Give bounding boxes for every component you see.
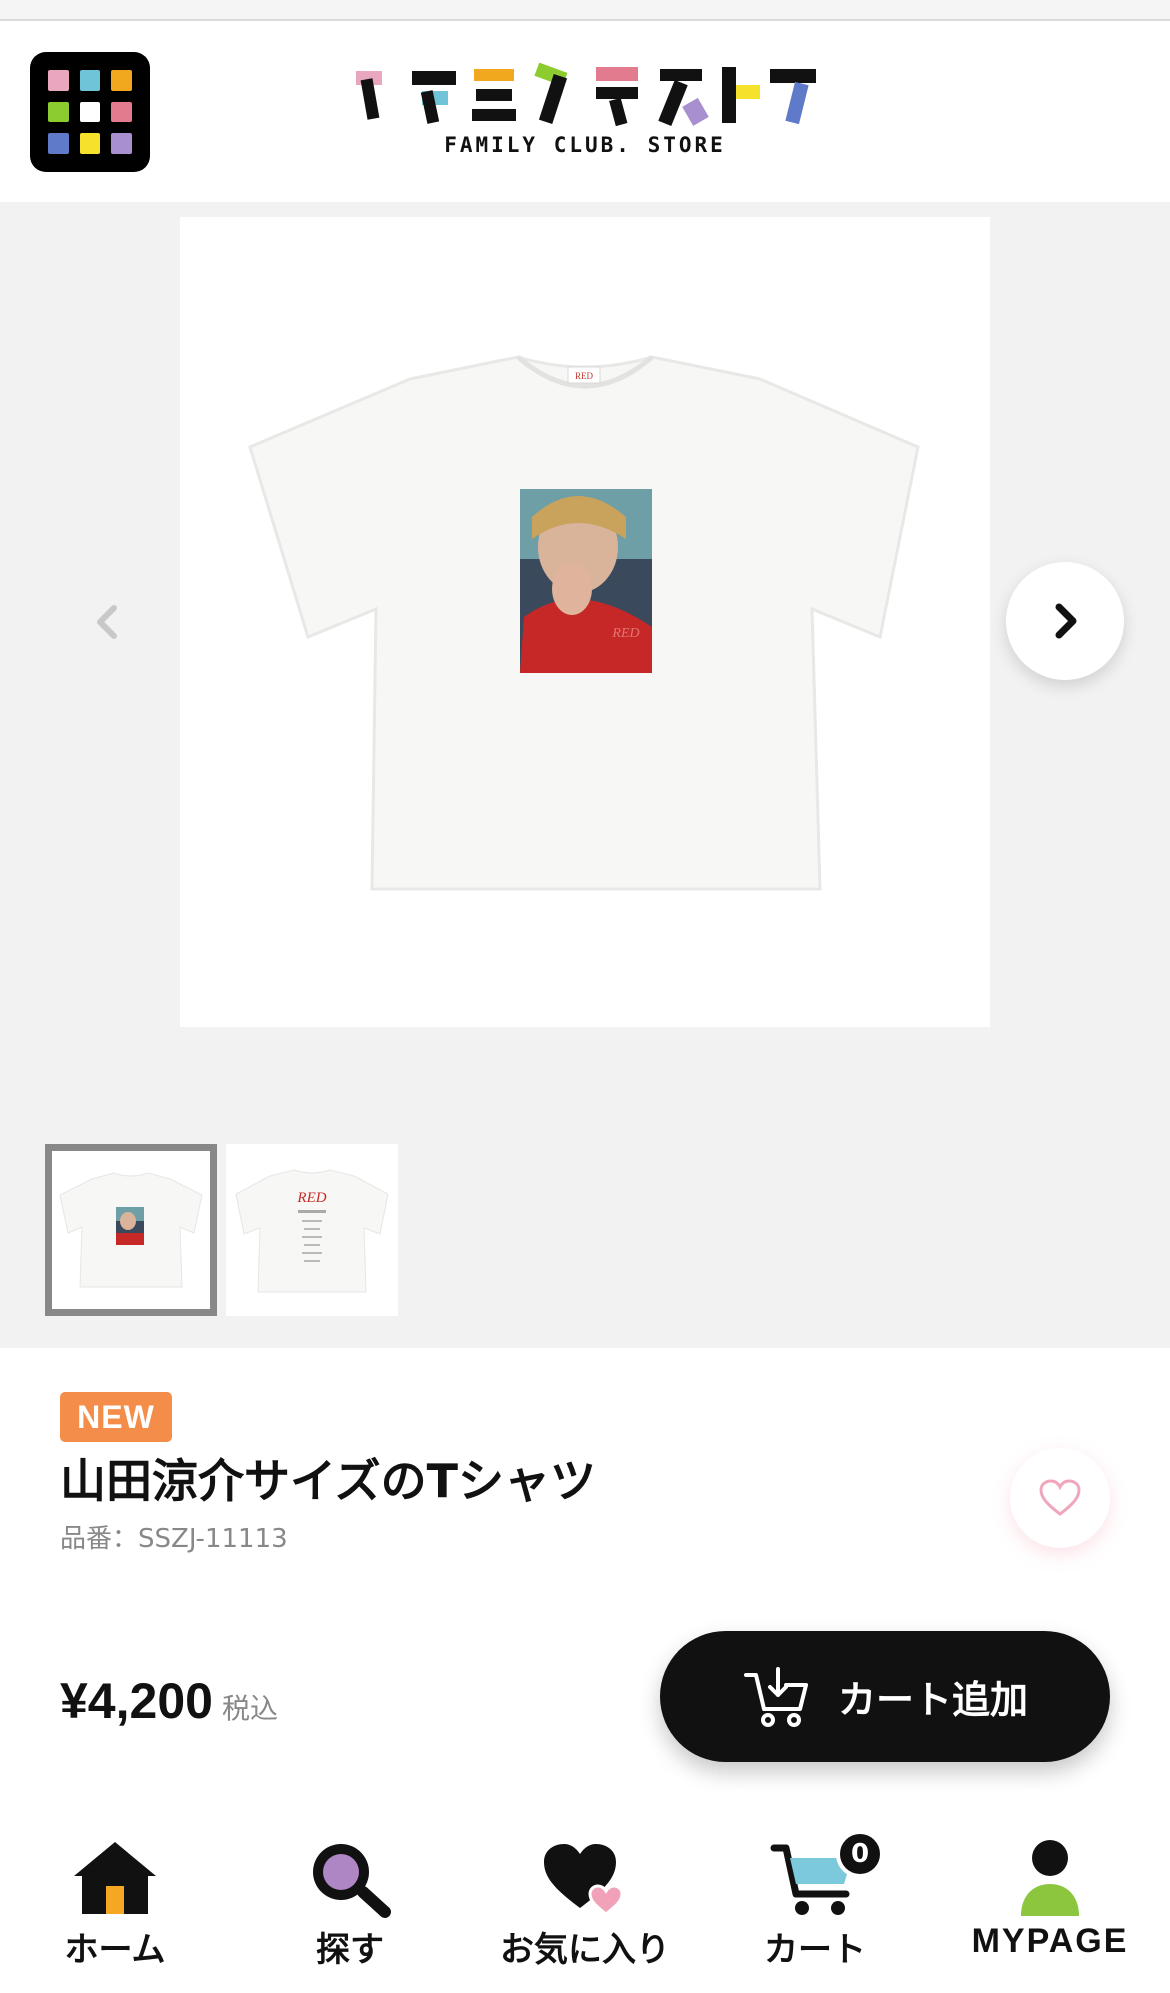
nav-search[interactable]: 探す bbox=[275, 1818, 425, 1993]
previous-image-button[interactable] bbox=[88, 602, 128, 642]
product-title: 山田涼介サイズのTシャツ bbox=[60, 1454, 596, 1508]
new-badge: NEW bbox=[60, 1392, 172, 1442]
menu-grid-button[interactable] bbox=[30, 52, 150, 172]
browser-top-bar bbox=[0, 0, 1170, 21]
site-header: FAMILY CLUB. STORE bbox=[0, 23, 1170, 202]
t-shirt-back-thumbnail-image: RED bbox=[235, 1169, 389, 1293]
next-image-button[interactable] bbox=[1006, 562, 1124, 680]
logo-wordmark bbox=[356, 62, 816, 127]
product-price: ¥4,200 税込 bbox=[60, 1672, 278, 1730]
nav-home[interactable]: ホーム bbox=[40, 1818, 190, 1993]
t-shirt-front-thumbnail-image bbox=[59, 1172, 203, 1288]
nav-mypage[interactable]: MYPAGE bbox=[960, 1818, 1140, 1993]
nav-favorites[interactable]: お気に入り bbox=[480, 1818, 690, 1993]
add-to-cart-label: カート追加 bbox=[837, 1678, 1028, 1722]
t-shirt-front-image: RED RED bbox=[248, 355, 920, 891]
cart-count-badge: 0 bbox=[836, 1830, 884, 1878]
cart-download-icon bbox=[743, 1666, 808, 1727]
thumbnail-print-text: RED bbox=[296, 1190, 326, 1206]
nav-search-label: 探す bbox=[316, 1930, 384, 1970]
bottom-navigation: ホーム 探す お気に入り 0 カート MYPAGE bbox=[0, 1818, 1170, 1993]
search-icon bbox=[313, 1844, 391, 1918]
nav-favorites-label: お気に入り bbox=[500, 1930, 670, 1970]
chevron-right-icon bbox=[1055, 603, 1077, 639]
nav-cart-label: カート bbox=[764, 1930, 866, 1970]
product-sku: 品番：SSZJ-11113 bbox=[60, 1524, 288, 1554]
price-amount: ¥4,200 bbox=[60, 1673, 213, 1729]
add-to-cart-button[interactable]: カート追加 bbox=[660, 1631, 1110, 1762]
product-main-image[interactable]: RED RED bbox=[180, 217, 990, 1027]
thumbnail-back[interactable]: RED bbox=[226, 1144, 398, 1316]
heart-icon bbox=[544, 1844, 624, 1916]
logo-subtitle: FAMILY CLUB. STORE bbox=[444, 133, 726, 157]
heart-outline-icon bbox=[1039, 1479, 1081, 1516]
nav-mypage-label: MYPAGE bbox=[971, 1922, 1129, 1960]
menu-grid-icon bbox=[48, 70, 69, 91]
store-logo[interactable]: FAMILY CLUB. STORE bbox=[350, 61, 820, 171]
user-icon bbox=[1021, 1840, 1079, 1916]
nav-home-label: ホーム bbox=[64, 1930, 166, 1970]
svg-text:RED: RED bbox=[575, 371, 594, 381]
nav-cart[interactable]: 0 カート bbox=[740, 1818, 890, 1993]
chevron-left-icon bbox=[97, 605, 117, 639]
product-gallery: RED RED RED bbox=[0, 202, 1170, 1348]
home-icon bbox=[74, 1842, 156, 1914]
shirt-print-text: RED bbox=[611, 626, 639, 641]
favorite-button[interactable] bbox=[1010, 1448, 1110, 1548]
thumbnail-front[interactable] bbox=[45, 1144, 217, 1316]
tax-label: 税込 bbox=[222, 1692, 279, 1725]
